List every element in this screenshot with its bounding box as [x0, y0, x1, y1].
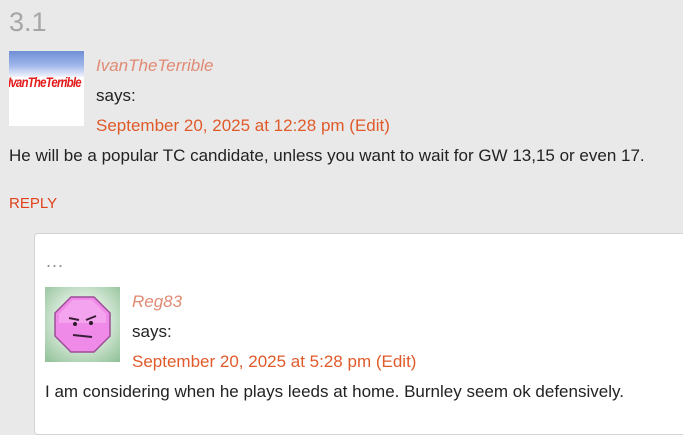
reply-body: I am considering when he plays leeds at … [45, 382, 624, 401]
reply-date-link[interactable]: September 20, 2025 at 5:28 pm [132, 352, 371, 371]
collapsed-replies-ellipsis[interactable]: ... [46, 251, 64, 272]
reply-says-label: says: [132, 322, 172, 341]
comment-number: 3.1 [9, 7, 47, 37]
reply-date-line: September 20, 2025 at 5:28 pm (Edit) [132, 352, 416, 372]
ivantheterrible-avatar: IvanTheTerrible [9, 51, 84, 126]
comment-author-link[interactable]: IvanTheTerrible [96, 56, 214, 76]
comment-body: He will be a popular TC candidate, unles… [9, 146, 645, 165]
comment-date-line: September 20, 2025 at 12:28 pm (Edit) [96, 116, 390, 136]
comment-edit-link[interactable]: (Edit) [349, 116, 390, 135]
reply-edit-link[interactable]: (Edit) [376, 352, 417, 371]
comment-date-link[interactable]: September 20, 2025 at 12:28 pm [96, 116, 345, 135]
reply-button[interactable]: REPLY [9, 195, 57, 212]
avatar-logo-text: IvanTheTerrible [9, 74, 82, 90]
reg83-avatar [45, 287, 120, 362]
reply-author-link[interactable]: Reg83 [132, 292, 182, 312]
pink-octagon-face-icon [54, 296, 111, 353]
comment-says-label: says: [96, 86, 136, 105]
